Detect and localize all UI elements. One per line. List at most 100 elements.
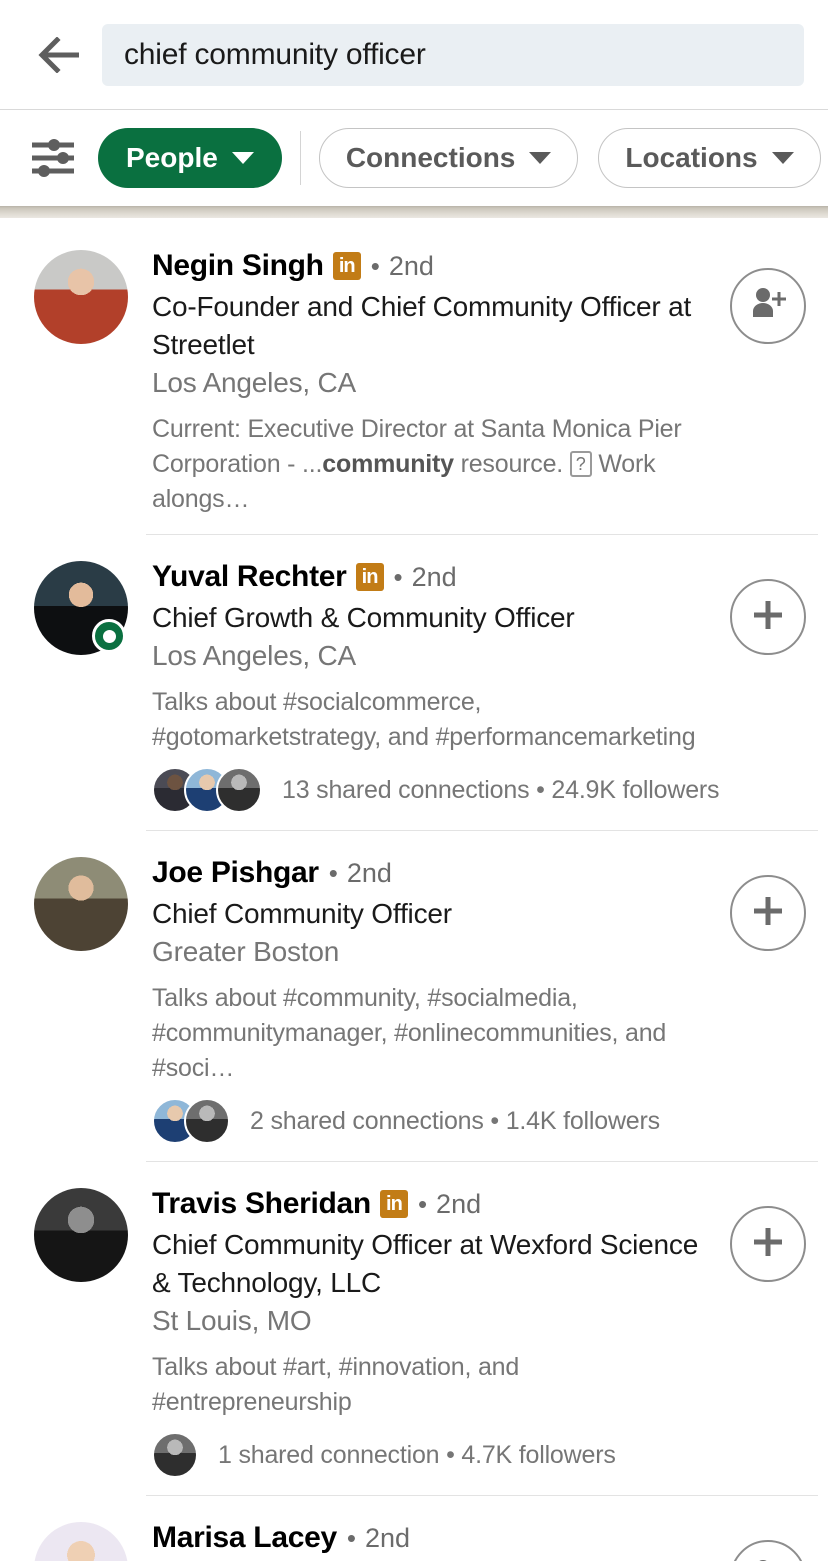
follow-button[interactable]: [730, 1540, 806, 1561]
result-name[interactable]: Joe Pishgar: [152, 853, 319, 893]
connection-degree: 2nd: [347, 853, 392, 893]
result-name[interactable]: Negin Singh: [152, 246, 324, 286]
result-snippet: Current: Executive Director at Santa Mon…: [152, 412, 712, 517]
snippet-prefix: Talks about #socialcommerce, #gotomarket…: [152, 688, 695, 751]
name-separator-dot: •: [394, 557, 403, 597]
result-headline: Co-Founder and Chief Community Officer a…: [152, 288, 712, 364]
snippet-prefix: Talks about #community, #socialmedia, #c…: [152, 984, 666, 1082]
result-headline: Chief Community Officer: [152, 895, 712, 933]
snippet-highlight: community: [322, 450, 454, 478]
connect-button[interactable]: [730, 1206, 806, 1282]
avatar[interactable]: [34, 250, 128, 344]
search-header: [0, 0, 828, 110]
avatar-wrapper: [34, 246, 128, 535]
plus-icon: [748, 891, 788, 936]
back-button[interactable]: [28, 23, 92, 87]
chevron-down-icon: [232, 152, 254, 164]
filter-divider: [300, 131, 301, 185]
facepile-avatar: [184, 1098, 230, 1144]
result-bottom-pad: [152, 517, 712, 535]
result-name[interactable]: Travis Sheridan: [152, 1184, 371, 1224]
facepile-avatar: [152, 1432, 198, 1478]
result-name[interactable]: Yuval Rechter: [152, 557, 347, 597]
name-separator-dot: •: [347, 1518, 356, 1558]
name-separator-dot: •: [371, 246, 380, 286]
name-separator-dot: •: [329, 853, 338, 893]
result-location: Los Angeles, CA: [152, 637, 712, 675]
filter-pill-people-label: People: [126, 142, 218, 174]
snippet-mid: resource.: [454, 450, 570, 478]
result-name-line: Yuval Rechter in •2nd: [152, 557, 712, 597]
search-box[interactable]: [102, 24, 804, 86]
social-proof-row: 13 shared connections • 24.9K followers: [152, 767, 712, 831]
result-action-area: [722, 557, 806, 831]
avatar-wrapper: [34, 557, 128, 831]
result-snippet: Talks about #socialcommerce, #gotomarket…: [152, 685, 712, 755]
avatar[interactable]: [34, 1188, 128, 1282]
result-body: Joe Pishgar•2ndChief Community OfficerGr…: [128, 853, 722, 1162]
avatar[interactable]: [34, 857, 128, 951]
shared-connections-facepile: [152, 1432, 198, 1478]
open-to-work-badge-icon: [92, 619, 126, 653]
shared-connections-text: 1 shared connection • 4.7K followers: [218, 1441, 616, 1470]
search-input[interactable]: [124, 38, 782, 72]
missing-glyph-icon: ?: [570, 451, 592, 477]
search-result-item[interactable]: Travis Sheridanin•2ndChief Community Off…: [0, 1162, 828, 1496]
result-action-area: [722, 1184, 806, 1496]
avatar[interactable]: [34, 1522, 128, 1561]
chevron-down-icon: [772, 152, 794, 164]
connection-degree: 2nd: [389, 246, 434, 286]
result-name-line: Marisa Lacey•2nd: [152, 1518, 712, 1558]
result-action-area: [722, 1518, 806, 1561]
result-name[interactable]: Marisa Lacey: [152, 1518, 337, 1558]
result-location: Greater Boston: [152, 933, 712, 971]
linkedin-premium-badge-icon: in: [356, 563, 384, 591]
result-name-line: Joe Pishgar•2nd: [152, 853, 712, 893]
result-name-line: Travis Sheridanin•2nd: [152, 1184, 712, 1224]
social-proof-row: 2 shared connections • 1.4K followers: [152, 1098, 712, 1162]
person-add-icon: [748, 284, 788, 329]
filter-sliders-icon[interactable]: [28, 133, 78, 183]
result-location: St Louis, MO: [152, 1302, 712, 1340]
search-result-item[interactable]: Negin Singh in •2ndCo-Founder and Chief Co…: [0, 224, 828, 535]
filter-pill-locations-label: Locations: [625, 142, 757, 174]
follow-button[interactable]: [730, 268, 806, 344]
shared-connections-text: 2 shared connections • 1.4K followers: [250, 1107, 660, 1136]
search-results-list: Negin Singhin•2ndCo-Founder and Chief Co…: [0, 224, 828, 1561]
connect-button[interactable]: [730, 875, 806, 951]
result-snippet: Talks about #community, #socialmedia, #c…: [152, 981, 712, 1086]
shared-connections-facepile: [152, 1098, 230, 1144]
section-divider-band: [0, 206, 828, 218]
result-action-area: [722, 246, 806, 535]
connection-degree: 2nd: [365, 1518, 410, 1558]
filter-pill-people[interactable]: People: [98, 128, 282, 188]
connection-degree: 2nd: [436, 1184, 481, 1224]
search-result-item[interactable]: Marisa Lacey•2ndChief Community Officer,…: [0, 1496, 828, 1561]
filter-pill-connections[interactable]: Connections: [319, 128, 579, 188]
arrow-left-icon: [37, 37, 83, 73]
search-result-item[interactable]: Joe Pishgar•2ndChief Community OfficerGr…: [0, 831, 828, 1162]
result-body: Negin Singh in •2ndCo-Founder and Chief Co…: [128, 246, 722, 535]
linkedin-premium-badge-icon: in: [333, 252, 361, 280]
connect-button[interactable]: [730, 579, 806, 655]
avatar-wrapper: [34, 1184, 128, 1496]
result-body: Travis Sheridanin•2ndChief Community Off…: [128, 1184, 722, 1496]
result-body: Yuval Rechterin•2ndChief Growth & Commun…: [128, 557, 722, 831]
social-proof-row: 1 shared connection • 4.7K followers: [152, 1432, 712, 1496]
result-headline: Chief Community Officer at Wexford Scien…: [152, 1226, 712, 1302]
search-result-item[interactable]: Yuval Rechterin•2ndChief Growth & Commun…: [0, 535, 828, 831]
result-snippet: Talks about #art, #innovation, and #entr…: [152, 1350, 712, 1420]
filter-bar: People Connections Locations: [0, 110, 828, 206]
person-add-icon: [748, 1556, 788, 1561]
connection-degree: 2nd: [412, 557, 457, 597]
plus-icon: [748, 1222, 788, 1267]
snippet-prefix: Talks about #art, #innovation, and #entr…: [152, 1353, 519, 1416]
chevron-down-icon: [529, 152, 551, 164]
shared-connections-facepile: [152, 767, 262, 813]
linkedin-premium-badge-icon: in: [380, 1190, 408, 1218]
facepile-avatar: [216, 767, 262, 813]
avatar-wrapper: [34, 1518, 128, 1561]
filter-pill-connections-label: Connections: [346, 142, 516, 174]
filter-pill-locations[interactable]: Locations: [598, 128, 820, 188]
result-body: Marisa Lacey•2ndChief Community Officer,…: [128, 1518, 722, 1561]
